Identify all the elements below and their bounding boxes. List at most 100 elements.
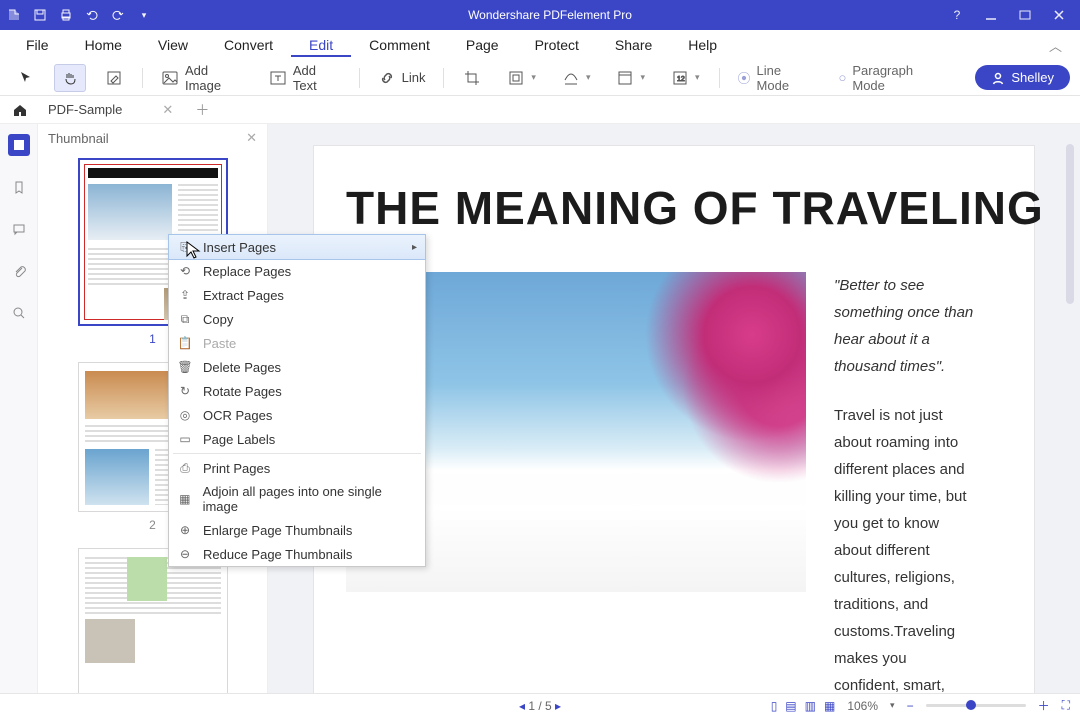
replace-pages-icon: ⟲ [177,263,193,279]
maximize-button[interactable] [1016,6,1034,24]
submenu-arrow-icon: ▸ [412,242,417,253]
menu-comment[interactable]: Comment [351,33,448,57]
menu-share[interactable]: Share [597,33,670,57]
watermark-icon[interactable]: ▾ [500,64,543,92]
ctx-reduce-thumbs[interactable]: ⊖Reduce Page Thumbnails [169,542,425,566]
document-tab-bar: PDF-Sample ✕ ＋ [0,96,1080,124]
ctx-print-pages[interactable]: ⎙Print Pages [169,456,425,480]
ctx-delete-pages[interactable]: 🗑Delete Pages [169,355,425,379]
ctx-ocr-pages[interactable]: ◎OCR Pages [169,403,425,427]
zoom-out-button[interactable]: − [907,699,914,713]
collapse-ribbon-icon[interactable]: ︿ [1039,32,1072,59]
ctx-rotate-pages[interactable]: ↻Rotate Pages [169,379,425,403]
redo-icon[interactable] [110,7,126,23]
page-heading: THE MEANING OF TRAVELING [346,182,1044,234]
svg-text:12: 12 [677,76,685,83]
close-tab-icon[interactable]: ✕ [162,102,173,118]
print-pages-icon: ⎙ [177,460,193,476]
delete-pages-icon: 🗑 [177,359,193,375]
zoom-out-icon: ⊖ [177,546,193,562]
paste-icon: 📋 [177,335,193,351]
home-icon[interactable] [10,102,30,118]
menu-page[interactable]: Page [448,33,517,57]
menu-home[interactable]: Home [67,33,140,57]
thumbnail-page-3[interactable] [78,548,228,693]
viewport-scrollbar[interactable] [1066,144,1074,304]
view-two-icon[interactable]: ▥ [805,699,816,713]
fullscreen-icon[interactable]: ⛶ [1062,698,1070,713]
attachments-rail-icon[interactable] [8,260,30,282]
qa-dropdown-icon[interactable]: ▾ [136,7,152,23]
menubar: File Home View Convert Edit Comment Page… [0,30,1080,60]
close-panel-icon[interactable]: ✕ [246,130,257,146]
user-pill[interactable]: Shelley [975,65,1070,90]
line-mode-label: Line Mode [757,63,815,93]
thumbnail-panel-title: Thumbnail [48,131,109,146]
page-labels-icon: ▭ [177,431,193,447]
print-icon[interactable] [58,7,74,23]
main-area: Thumbnail ✕ 1 2 THE MEANING OF TRAVELING [0,124,1080,693]
menu-protect[interactable]: Protect [517,33,597,57]
search-rail-icon[interactable] [8,302,30,324]
rotate-pages-icon: ↻ [177,383,193,399]
paragraph-mode-label: Paragraph Mode [852,63,945,93]
bookmarks-rail-icon[interactable] [8,176,30,198]
crop-icon[interactable] [456,64,488,92]
thumbnails-rail-icon[interactable] [8,134,30,156]
view-two-cont-icon[interactable]: ▦ [824,699,835,713]
ctx-replace-pages[interactable]: ⟲Replace Pages [169,259,425,283]
app-title: Wondershare PDFelement Pro [152,8,948,22]
undo-icon[interactable] [84,7,100,23]
body-text: "Better to see something once than hear … [834,272,974,693]
menu-convert[interactable]: Convert [206,33,291,57]
ctx-page-labels[interactable]: ▭Page Labels [169,427,425,451]
ctx-paste: 📋Paste [169,331,425,355]
add-tab-icon[interactable]: ＋ [191,100,213,120]
toolbar: Add Image Add Text Link ▾ ▾ ▾ 12▾ ⦿ Line… [0,60,1080,96]
comments-rail-icon[interactable] [8,218,30,240]
copy-icon: ⧉ [177,311,193,327]
help-icon[interactable]: ? [948,6,966,24]
edit-all-tool-icon[interactable] [98,64,130,92]
adjoin-icon: ▦ [177,491,193,507]
ctx-enlarge-thumbs[interactable]: ⊕Enlarge Page Thumbnails [169,518,425,542]
ctx-copy[interactable]: ⧉Copy [169,307,425,331]
link-label: Link [402,70,426,85]
titlebar: ▾ Wondershare PDFelement Pro ? [0,0,1080,30]
status-bar: ◂ 1 / 5 ▸ ▯ ▤ ▥ ▦ 106% ▾ − ＋ ⛶ [0,693,1080,717]
add-image-button[interactable]: Add Image [155,59,251,97]
document-tab[interactable]: PDF-Sample ✕ [40,98,181,122]
paragraph-mode-button[interactable]: ○ Paragraph Mode [833,59,952,97]
user-icon [991,71,1005,85]
link-button[interactable]: Link [372,65,432,91]
bates-icon[interactable]: 12▾ [664,64,707,92]
menu-help[interactable]: Help [670,33,735,57]
ctx-extract-pages[interactable]: ⇪Extract Pages [169,283,425,307]
body-paragraph: Travel is not just about roaming into di… [834,402,974,693]
hand-tool-icon[interactable] [54,64,86,92]
header-footer-icon[interactable]: ▾ [609,64,652,92]
view-continuous-icon[interactable]: ▤ [785,699,796,713]
zoom-in-icon: ⊕ [177,522,193,538]
close-button[interactable] [1050,6,1068,24]
menu-file[interactable]: File [8,33,67,57]
zoom-slider[interactable] [926,704,1026,707]
select-tool-icon[interactable] [10,64,42,92]
ctx-insert-pages[interactable]: ⎘Insert Pages▸ [168,234,426,260]
add-text-button[interactable]: Add Text [263,59,347,97]
zoom-dropdown-icon[interactable]: ▾ [890,700,895,711]
menu-view[interactable]: View [140,33,206,57]
background-icon[interactable]: ▾ [555,64,598,92]
zoom-in-button[interactable]: ＋ [1038,697,1050,714]
add-image-label: Add Image [185,63,245,93]
save-icon[interactable] [32,7,48,23]
line-mode-button[interactable]: ⦿ Line Mode [732,59,821,97]
page-position[interactable]: ◂ 1 / 5 ▸ [519,699,561,713]
ctx-adjoin-pages[interactable]: ▦Adjoin all pages into one single image [169,480,425,518]
user-label: Shelley [1011,70,1054,85]
menu-edit[interactable]: Edit [291,33,351,57]
view-single-icon[interactable]: ▯ [771,699,778,713]
minimize-button[interactable] [982,6,1000,24]
add-text-label: Add Text [293,63,341,93]
insert-pages-icon: ⎘ [177,239,193,255]
